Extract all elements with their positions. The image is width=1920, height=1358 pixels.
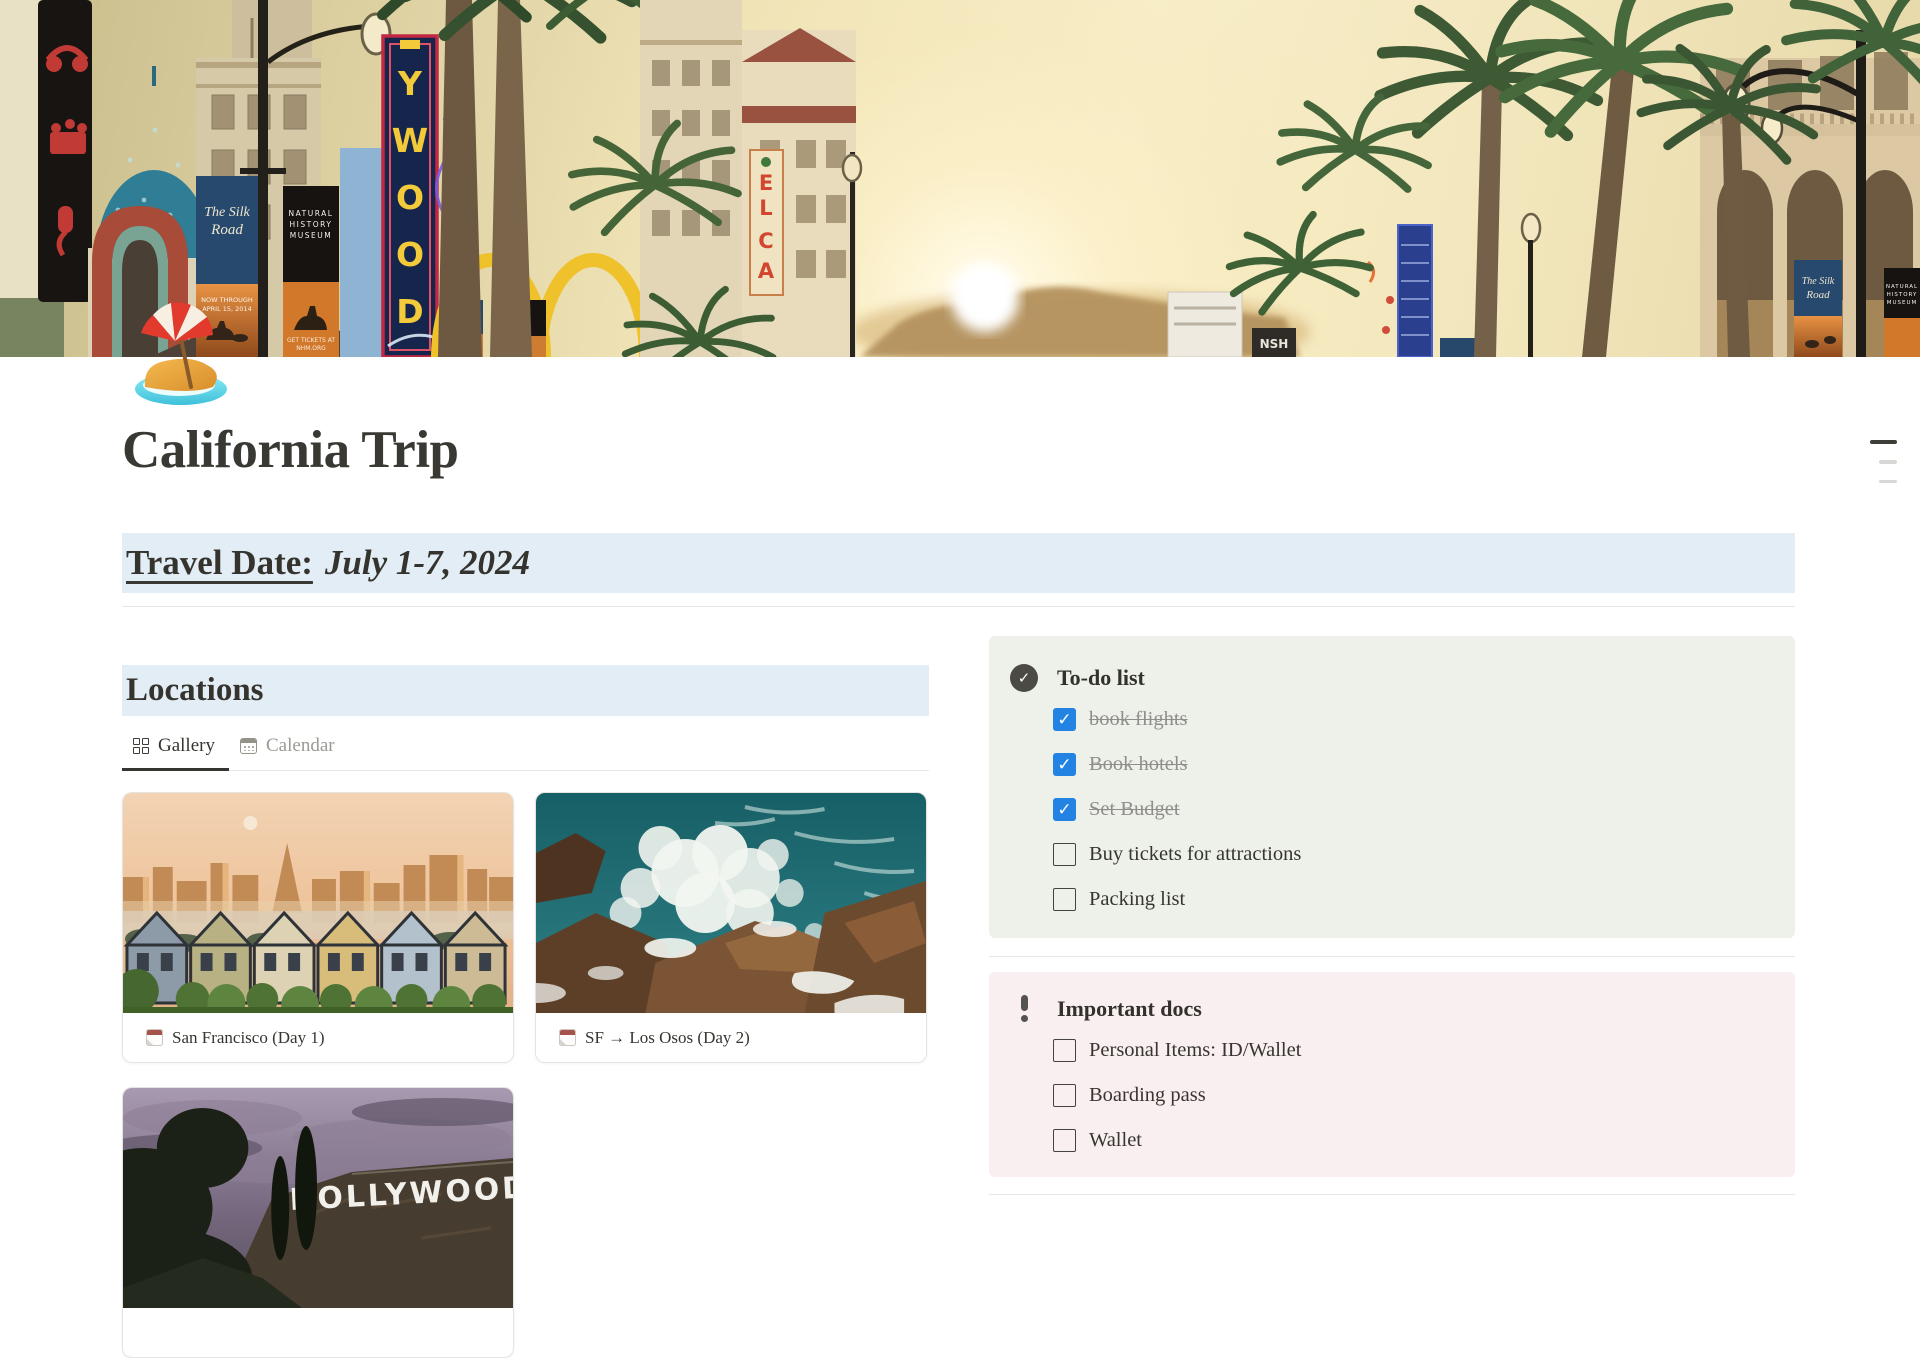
svg-text:C: C xyxy=(758,229,773,253)
calendar-icon xyxy=(240,738,257,754)
todo-item-book-hotels[interactable]: Book hotels xyxy=(1053,742,1188,787)
cover-art: NSH xyxy=(0,0,1920,357)
toc-bar-active[interactable] xyxy=(1870,440,1897,444)
todo-heading: To-do list xyxy=(1057,665,1145,691)
cover-el-capitan: E L C A xyxy=(640,0,861,357)
svg-text:D: D xyxy=(396,292,423,331)
checkbox-unchecked-icon[interactable] xyxy=(1053,1039,1076,1062)
locations-heading-text: Locations xyxy=(126,672,264,709)
todo-item-label: Buy tickets for attractions xyxy=(1089,843,1301,866)
cover-left-buildings xyxy=(0,0,92,357)
divider xyxy=(989,1194,1795,1195)
checkbox-checked-icon[interactable] xyxy=(1053,753,1076,776)
svg-text:Road: Road xyxy=(1805,289,1830,301)
travel-date-value: July 1-7, 2024 xyxy=(325,543,530,583)
svg-text:A: A xyxy=(758,259,775,283)
exclamation-icon xyxy=(1010,995,1038,1022)
checkbox-unchecked-icon[interactable] xyxy=(1053,1129,1076,1152)
divider xyxy=(989,956,1795,957)
svg-text:HISTORY: HISTORY xyxy=(290,220,333,229)
beach-umbrella-icon xyxy=(129,299,235,407)
page-title[interactable]: California Trip xyxy=(122,420,1322,480)
svg-text:Y: Y xyxy=(397,64,423,103)
card-title: SF → Los Osos (Day 2) xyxy=(585,1028,750,1048)
divider xyxy=(122,606,1795,607)
toc-bar[interactable] xyxy=(1879,460,1897,464)
svg-text:NHM.ORG: NHM.ORG xyxy=(296,345,326,352)
checkbox-unchecked-icon[interactable] xyxy=(1053,888,1076,911)
card-title: San Francisco (Day 1) xyxy=(172,1028,325,1048)
active-tab-indicator xyxy=(122,768,229,771)
tab-calendar[interactable]: Calendar xyxy=(240,732,335,760)
todo-item-label: Packing list xyxy=(1089,888,1185,911)
tab-calendar-label: Calendar xyxy=(266,735,335,757)
docs-heading: Important docs xyxy=(1057,996,1202,1022)
san-francisco-photo xyxy=(123,793,513,1013)
cover-blue-marquee xyxy=(1368,214,1540,357)
todo-item-label: Set Budget xyxy=(1089,798,1180,821)
calendar-page-icon xyxy=(146,1029,163,1046)
travel-date-heading[interactable]: Travel Date: July 1-7, 2024 xyxy=(122,533,1795,593)
notion-page: { "page": { "title": "California Trip" }… xyxy=(0,0,1920,1199)
toc-bar[interactable] xyxy=(1879,480,1897,484)
docs-item-wallet[interactable]: Wallet xyxy=(1053,1118,1142,1163)
todo-item-label: book flights xyxy=(1089,708,1188,731)
ocean-waves-photo xyxy=(536,793,926,1013)
docs-item-personal-items[interactable]: Personal Items: ID/Wallet xyxy=(1053,1028,1301,1073)
gallery-card-san-francisco[interactable]: San Francisco (Day 1) xyxy=(122,792,514,1063)
svg-text:The Silk: The Silk xyxy=(204,205,250,220)
locations-heading[interactable]: Locations xyxy=(122,665,929,716)
sun-glow xyxy=(951,264,1019,332)
svg-text:E: E xyxy=(759,171,773,195)
svg-text:O: O xyxy=(396,235,424,274)
svg-text:Road: Road xyxy=(210,222,243,238)
todo-item-book-flights[interactable]: book flights xyxy=(1053,697,1188,742)
svg-text:NATURAL: NATURAL xyxy=(1886,284,1918,290)
silk-road-banner-right: The Silk Road xyxy=(1794,260,1842,357)
svg-text:MUSEUM: MUSEUM xyxy=(1887,300,1918,306)
svg-text:O: O xyxy=(396,178,424,217)
page-cover-image[interactable]: NSH xyxy=(0,0,1920,357)
docs-item-label: Boarding pass xyxy=(1089,1084,1206,1107)
svg-text:HISTORY: HISTORY xyxy=(1887,292,1918,298)
tabs-divider xyxy=(122,770,929,771)
docs-item-label: Personal Items: ID/Wallet xyxy=(1089,1039,1301,1062)
gallery-card-hollywood[interactable]: HOLLYWOOD xyxy=(122,1087,514,1358)
svg-text:L: L xyxy=(759,196,772,220)
gallery-card-sf-los-osos[interactable]: SF → Los Osos (Day 2) xyxy=(535,792,927,1063)
nsh-sign-text: NSH xyxy=(1260,337,1289,351)
calendar-page-icon xyxy=(559,1029,576,1046)
tab-gallery-label: Gallery xyxy=(158,735,215,757)
svg-text:The Silk: The Silk xyxy=(1802,276,1835,287)
todo-header: To-do list xyxy=(1010,664,1145,692)
nhm-banner-right: NATURAL HISTORY MUSEUM xyxy=(1884,268,1920,357)
svg-text:MUSEUM: MUSEUM xyxy=(290,231,332,240)
toc-indicator[interactable] xyxy=(1870,440,1897,483)
todo-item-label: Book hotels xyxy=(1089,753,1188,776)
checkbox-checked-icon[interactable] xyxy=(1053,798,1076,821)
card-caption: SF → Los Osos (Day 2) xyxy=(536,1013,926,1062)
checkbox-unchecked-icon[interactable] xyxy=(1053,843,1076,866)
docs-header: Important docs xyxy=(1010,995,1202,1022)
svg-text:W: W xyxy=(392,121,428,160)
nhm-banner: NATURAL HISTORY MUSEUM GET TICKETS AT NH… xyxy=(283,186,339,357)
cover-distant-hills: NSH xyxy=(850,287,1310,357)
checkbox-unchecked-icon[interactable] xyxy=(1053,1084,1076,1107)
tab-gallery[interactable]: Gallery xyxy=(133,732,215,760)
card-caption: San Francisco (Day 1) xyxy=(123,1013,513,1062)
docs-item-label: Wallet xyxy=(1089,1129,1142,1152)
svg-text:GET TICKETS AT: GET TICKETS AT xyxy=(287,337,335,344)
todo-item-packing-list[interactable]: Packing list xyxy=(1053,877,1185,922)
gallery-grid-icon xyxy=(133,738,149,754)
check-circle-icon xyxy=(1010,664,1038,692)
page-icon-beach-umbrella[interactable] xyxy=(129,299,235,407)
cover-neon-sign: Y W O O D xyxy=(340,36,450,357)
checkbox-checked-icon[interactable] xyxy=(1053,708,1076,731)
todo-item-buy-tickets[interactable]: Buy tickets for attractions xyxy=(1053,832,1301,877)
hollywood-sign-photo: HOLLYWOOD xyxy=(123,1088,513,1308)
svg-text:NATURAL: NATURAL xyxy=(289,209,334,218)
docs-item-boarding-pass[interactable]: Boarding pass xyxy=(1053,1073,1206,1118)
todo-item-set-budget[interactable]: Set Budget xyxy=(1053,787,1180,832)
travel-date-label: Travel Date: xyxy=(126,543,313,583)
